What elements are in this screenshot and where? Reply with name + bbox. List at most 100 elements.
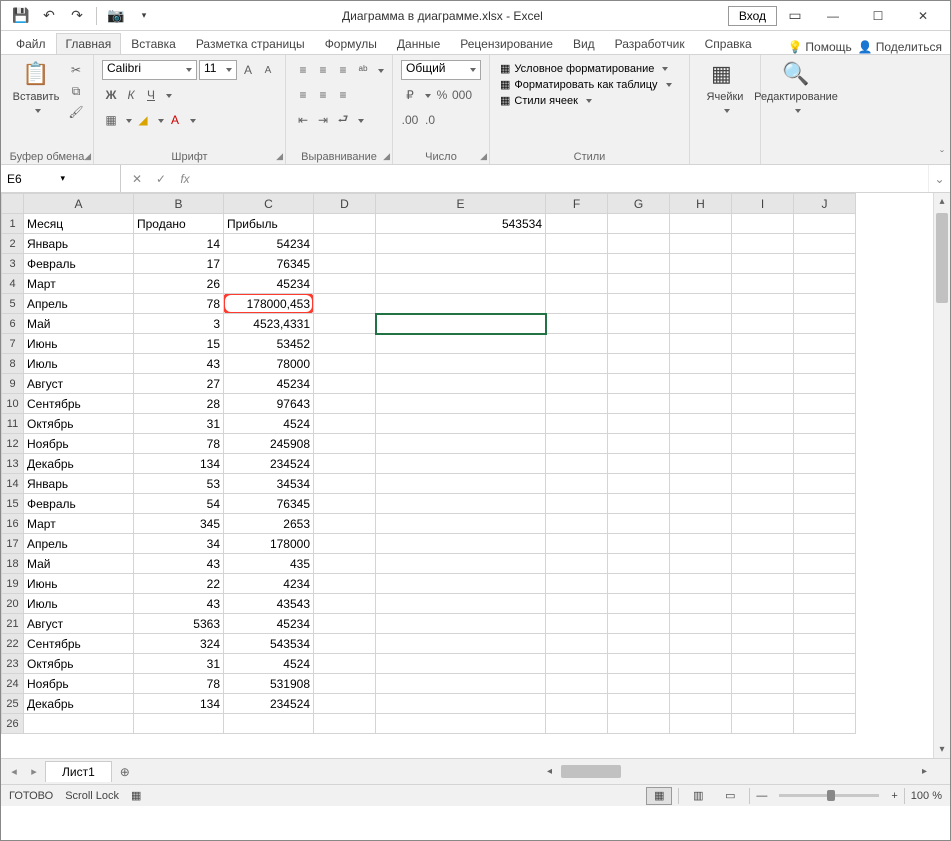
row-header-14[interactable]: 14 bbox=[2, 474, 24, 494]
cell-H10[interactable] bbox=[670, 394, 732, 414]
cell-E12[interactable] bbox=[376, 434, 546, 454]
cell-H25[interactable] bbox=[670, 694, 732, 714]
cancel-icon[interactable]: ✕ bbox=[125, 172, 149, 186]
cell-G22[interactable] bbox=[608, 634, 670, 654]
cell-G8[interactable] bbox=[608, 354, 670, 374]
cell-B8[interactable]: 43 bbox=[134, 354, 224, 374]
cell-E9[interactable] bbox=[376, 374, 546, 394]
cell-C16[interactable]: 2653 bbox=[224, 514, 314, 534]
vertical-scrollbar[interactable]: ▴ ▾ bbox=[933, 193, 950, 758]
cell-D12[interactable] bbox=[314, 434, 376, 454]
cell-B17[interactable]: 34 bbox=[134, 534, 224, 554]
cell-C26[interactable] bbox=[224, 714, 314, 734]
cell-E8[interactable] bbox=[376, 354, 546, 374]
cell-C15[interactable]: 76345 bbox=[224, 494, 314, 514]
zoom-out-button[interactable]: — bbox=[756, 790, 767, 802]
dialog-launcher-icon[interactable]: ◢ bbox=[84, 151, 91, 162]
cell-J21[interactable] bbox=[794, 614, 856, 634]
cell-A15[interactable]: Февраль bbox=[24, 494, 134, 514]
cell-I24[interactable] bbox=[732, 674, 794, 694]
normal-view-icon[interactable]: ▦ bbox=[646, 787, 672, 805]
cell-D21[interactable] bbox=[314, 614, 376, 634]
tab-review[interactable]: Рецензирование bbox=[450, 33, 563, 54]
row-header-13[interactable]: 13 bbox=[2, 454, 24, 474]
cell-E6[interactable] bbox=[376, 314, 546, 334]
cell-F20[interactable] bbox=[546, 594, 608, 614]
cell-C25[interactable]: 234524 bbox=[224, 694, 314, 714]
cell-F19[interactable] bbox=[546, 574, 608, 594]
cell-I6[interactable] bbox=[732, 314, 794, 334]
cell-C11[interactable]: 4524 bbox=[224, 414, 314, 434]
cell-J12[interactable] bbox=[794, 434, 856, 454]
cell-E26[interactable] bbox=[376, 714, 546, 734]
tab-view[interactable]: Вид bbox=[563, 33, 605, 54]
cell-A21[interactable]: Август bbox=[24, 614, 134, 634]
cell-C18[interactable]: 435 bbox=[224, 554, 314, 574]
cell-G13[interactable] bbox=[608, 454, 670, 474]
cell-C21[interactable]: 45234 bbox=[224, 614, 314, 634]
cell-G20[interactable] bbox=[608, 594, 670, 614]
cell-A22[interactable]: Сентябрь bbox=[24, 634, 134, 654]
cell-J11[interactable] bbox=[794, 414, 856, 434]
font-shrink-icon[interactable]: A bbox=[259, 61, 277, 79]
cell-A4[interactable]: Март bbox=[24, 274, 134, 294]
row-header-8[interactable]: 8 bbox=[2, 354, 24, 374]
cell-C8[interactable]: 78000 bbox=[224, 354, 314, 374]
cell-J20[interactable] bbox=[794, 594, 856, 614]
cell-I17[interactable] bbox=[732, 534, 794, 554]
cell-B1[interactable]: Продано bbox=[134, 214, 224, 234]
cell-J4[interactable] bbox=[794, 274, 856, 294]
cell-I19[interactable] bbox=[732, 574, 794, 594]
cell-B3[interactable]: 17 bbox=[134, 254, 224, 274]
cell-F26[interactable] bbox=[546, 714, 608, 734]
cell-J22[interactable] bbox=[794, 634, 856, 654]
cell-C19[interactable]: 4234 bbox=[224, 574, 314, 594]
cell-F13[interactable] bbox=[546, 454, 608, 474]
cell-B4[interactable]: 26 bbox=[134, 274, 224, 294]
cell-F24[interactable] bbox=[546, 674, 608, 694]
cell-styles-button[interactable]: ▦Стили ячеек bbox=[498, 93, 681, 108]
cell-G11[interactable] bbox=[608, 414, 670, 434]
dialog-launcher-icon[interactable]: ◢ bbox=[480, 151, 487, 162]
cell-C9[interactable]: 45234 bbox=[224, 374, 314, 394]
camera-icon[interactable]: 📷 bbox=[103, 3, 129, 29]
cell-I21[interactable] bbox=[732, 614, 794, 634]
cell-J24[interactable] bbox=[794, 674, 856, 694]
cell-I5[interactable] bbox=[732, 294, 794, 314]
cell-B26[interactable] bbox=[134, 714, 224, 734]
cell-J2[interactable] bbox=[794, 234, 856, 254]
cell-B7[interactable]: 15 bbox=[134, 334, 224, 354]
currency-icon[interactable]: ₽ bbox=[401, 86, 419, 104]
cell-I15[interactable] bbox=[732, 494, 794, 514]
cell-D15[interactable] bbox=[314, 494, 376, 514]
increase-decimal-icon[interactable]: .00 bbox=[401, 111, 419, 129]
cell-J6[interactable] bbox=[794, 314, 856, 334]
cell-H14[interactable] bbox=[670, 474, 732, 494]
maximize-button[interactable]: ☐ bbox=[858, 3, 898, 29]
row-header-10[interactable]: 10 bbox=[2, 394, 24, 414]
cell-F14[interactable] bbox=[546, 474, 608, 494]
cell-H11[interactable] bbox=[670, 414, 732, 434]
comma-icon[interactable]: 000 bbox=[453, 86, 471, 104]
row-header-3[interactable]: 3 bbox=[2, 254, 24, 274]
indent-decrease-icon[interactable]: ⇤ bbox=[294, 111, 312, 129]
cell-D19[interactable] bbox=[314, 574, 376, 594]
cells-button[interactable]: ▦ Ячейки bbox=[698, 59, 752, 117]
cell-C10[interactable]: 97643 bbox=[224, 394, 314, 414]
percent-icon[interactable]: % bbox=[433, 86, 451, 104]
cell-J5[interactable] bbox=[794, 294, 856, 314]
tab-data[interactable]: Данные bbox=[387, 33, 450, 54]
share-button[interactable]: 👤Поделиться bbox=[858, 40, 942, 54]
underline-button[interactable]: Ч bbox=[142, 86, 160, 104]
cell-H2[interactable] bbox=[670, 234, 732, 254]
cell-J1[interactable] bbox=[794, 214, 856, 234]
cell-A5[interactable]: Апрель bbox=[24, 294, 134, 314]
font-size-select[interactable]: 11 bbox=[199, 60, 237, 80]
cell-A7[interactable]: Июнь bbox=[24, 334, 134, 354]
macro-record-icon[interactable]: ▦ bbox=[131, 789, 141, 802]
cell-J18[interactable] bbox=[794, 554, 856, 574]
cell-B23[interactable]: 31 bbox=[134, 654, 224, 674]
cell-A8[interactable]: Июль bbox=[24, 354, 134, 374]
cell-A12[interactable]: Ноябрь bbox=[24, 434, 134, 454]
cell-J25[interactable] bbox=[794, 694, 856, 714]
